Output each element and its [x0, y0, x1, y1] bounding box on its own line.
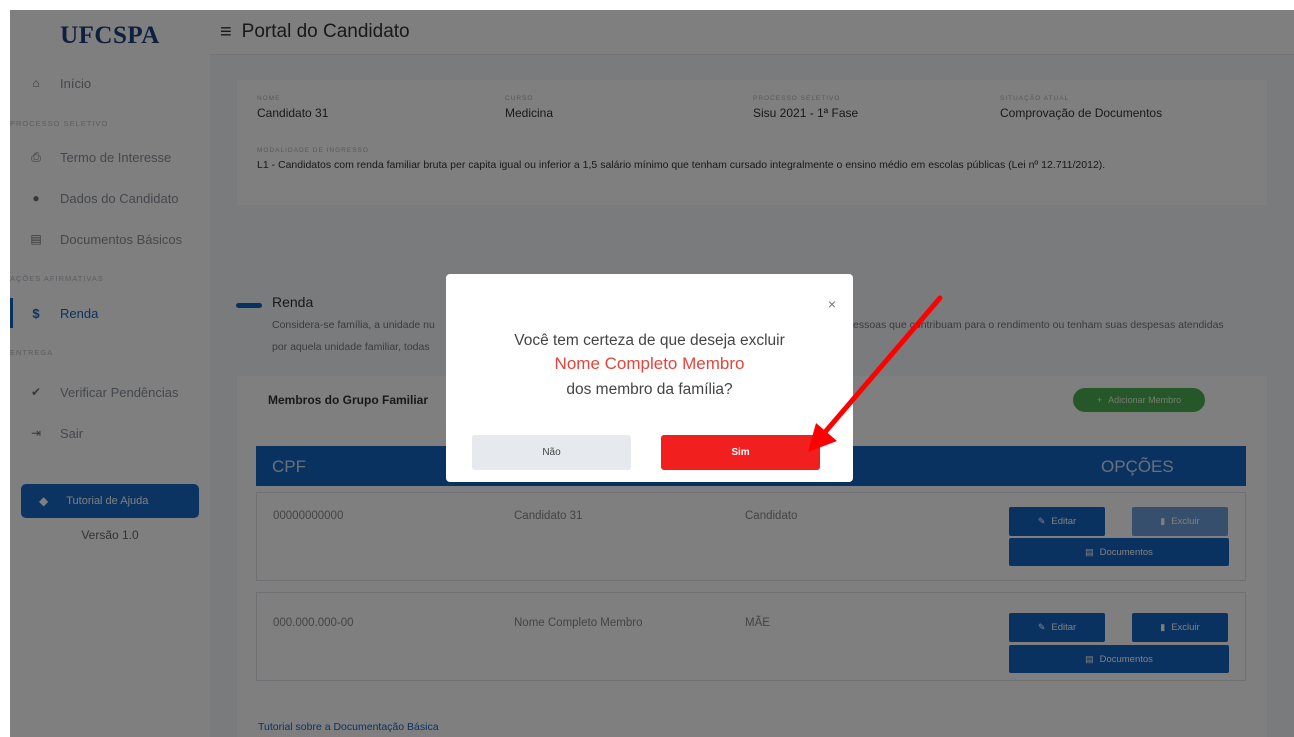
portal-page: UFCSPA ⌂ Início Processo Seletivo ⎙ Term… — [10, 10, 1294, 737]
annotation-arrow-icon — [808, 295, 943, 452]
